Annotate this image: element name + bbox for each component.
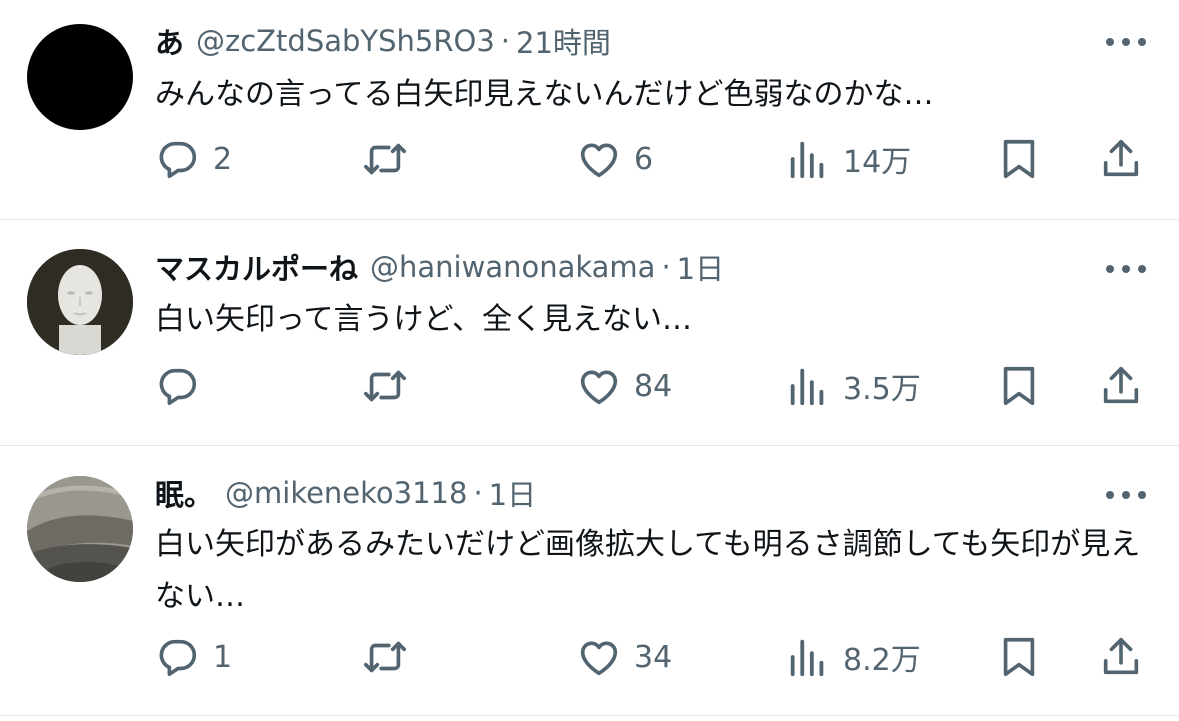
- share-icon: [1103, 366, 1139, 404]
- more-icon[interactable]: [1106, 32, 1146, 52]
- like-count: 6: [634, 141, 654, 177]
- avatar[interactable]: [27, 24, 133, 130]
- author-name[interactable]: マスカルポーね: [155, 246, 358, 288]
- separator: ·: [661, 250, 671, 284]
- like-icon: [580, 143, 618, 178]
- author-handle[interactable]: @zcZtdSabYSh5RO3: [196, 24, 495, 58]
- retweet-icon: [364, 370, 406, 402]
- tweet-header: 眠。 @mikeneko3118 · 1日: [155, 473, 536, 513]
- tweet-header: あ @zcZtdSabYSh5RO3 · 21時間: [155, 21, 611, 61]
- timestamp[interactable]: 1日: [677, 246, 724, 288]
- tweet-2[interactable]: マスカルポーね @haniwanonakama · 1日 白い矢印って言うけど、…: [0, 219, 1179, 446]
- reply-button[interactable]: 1: [155, 632, 232, 682]
- share-icon: [1103, 637, 1139, 675]
- share-icon: [1103, 139, 1139, 177]
- action-bar: 1 34 8.2万: [155, 632, 1150, 682]
- tweet-header: マスカルポーね @haniwanonakama · 1日: [155, 247, 724, 287]
- action-bar: 84 3.5万: [155, 361, 1150, 411]
- reply-button[interactable]: [155, 361, 213, 411]
- avatar[interactable]: [27, 476, 133, 582]
- views-button[interactable]: 8.2万: [785, 632, 921, 682]
- views-count: 3.5万: [843, 372, 921, 407]
- share-button[interactable]: [1098, 134, 1144, 184]
- spiral-staircase-image: [27, 476, 133, 582]
- retweet-button[interactable]: [362, 361, 420, 411]
- reply-icon: [159, 639, 197, 677]
- views-button[interactable]: 3.5万: [785, 361, 921, 411]
- author-handle[interactable]: @haniwanonakama: [370, 250, 655, 284]
- retweet-icon: [364, 641, 406, 673]
- reply-button[interactable]: 2: [155, 134, 232, 184]
- author-name[interactable]: 眠。: [155, 472, 213, 514]
- like-button[interactable]: 34: [576, 632, 672, 682]
- views-icon: [790, 639, 824, 677]
- bookmark-icon: [1003, 637, 1035, 677]
- like-icon: [580, 641, 618, 676]
- avatar[interactable]: [27, 249, 133, 355]
- views-count: 14万: [843, 145, 912, 180]
- bookmark-icon: [1003, 366, 1035, 406]
- tweet-text: 白い矢印があるみたいだけど画像拡大しても明るさ調節しても矢印が見えない…: [155, 527, 1141, 614]
- more-icon[interactable]: [1106, 259, 1146, 279]
- tweet-1[interactable]: あ @zcZtdSabYSh5RO3 · 21時間 みんなの言ってる白矢印見えな…: [0, 0, 1179, 220]
- author-name[interactable]: あ: [155, 20, 184, 62]
- tweet-text: みんなの言ってる白矢印見えないんだけど色弱なのかな…: [155, 77, 934, 112]
- like-button[interactable]: 84: [576, 361, 672, 411]
- retweet-button[interactable]: [362, 632, 420, 682]
- tweet-3[interactable]: 眠。 @mikeneko3118 · 1日 白い矢印があるみたいだけど画像拡大し…: [0, 445, 1179, 716]
- views-icon: [790, 368, 824, 406]
- reply-count: 2: [213, 141, 233, 177]
- bookmark-icon: [1003, 139, 1035, 179]
- like-icon: [580, 370, 618, 405]
- more-icon[interactable]: [1106, 485, 1146, 505]
- timestamp[interactable]: 21時間: [516, 20, 611, 62]
- action-bar: 2 6 14万: [155, 134, 1150, 184]
- mannequin-head-image: [27, 249, 133, 355]
- views-count: 8.2万: [843, 643, 921, 678]
- retweet-icon: [364, 143, 406, 175]
- like-count: 34: [634, 639, 673, 675]
- like-count: 84: [634, 368, 673, 404]
- author-handle[interactable]: @mikeneko3118: [225, 476, 467, 510]
- share-button[interactable]: [1098, 361, 1144, 411]
- like-button[interactable]: 6: [576, 134, 653, 184]
- separator: ·: [473, 476, 483, 510]
- retweet-button[interactable]: [362, 134, 420, 184]
- timestamp[interactable]: 1日: [489, 472, 536, 514]
- tweet-text: 白い矢印って言うけど、全く見えない…: [155, 302, 692, 337]
- reply-icon: [159, 368, 197, 406]
- share-button[interactable]: [1098, 632, 1144, 682]
- bookmark-button[interactable]: [996, 361, 1042, 411]
- bookmark-button[interactable]: [996, 134, 1042, 184]
- reply-count: 1: [213, 639, 233, 675]
- bookmark-button[interactable]: [996, 632, 1042, 682]
- separator: ·: [500, 24, 511, 58]
- views-button[interactable]: 14万: [785, 134, 911, 184]
- views-icon: [790, 141, 824, 179]
- reply-icon: [159, 141, 197, 179]
